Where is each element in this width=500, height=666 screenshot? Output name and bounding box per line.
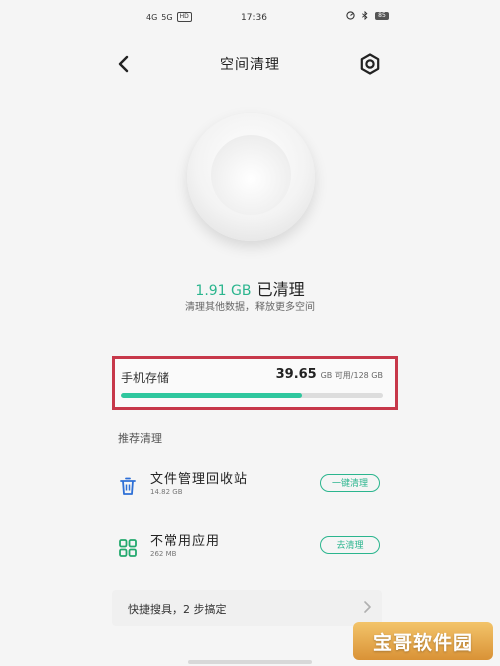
go-clean-button[interactable]: 去清理	[320, 536, 380, 554]
storage-progress-track	[121, 393, 383, 398]
status-right: 85	[346, 11, 389, 20]
quick-tools-label: 快捷搜具，2 步搞定	[128, 603, 227, 616]
space-cleanup-screen: 4G 5G HD 17:36 85 空间清理 1.91 GB 已清理 清理其他数…	[0, 0, 500, 666]
home-indicator[interactable]	[188, 660, 312, 664]
cleaned-label: 已清理	[256, 280, 305, 299]
recommend-item-name: 不常用应用	[150, 534, 221, 549]
quick-tools-row[interactable]: 快捷搜具，2 步搞定	[112, 590, 382, 626]
storage-total: /128 GB	[350, 371, 383, 380]
cleaned-summary: 1.91 GB 已清理	[0, 276, 500, 300]
cleaned-amount: 1.91 GB	[195, 283, 252, 299]
storage-label: 手机存储	[121, 371, 170, 385]
bowl-inner	[211, 135, 291, 215]
storage-available: 39.65	[275, 367, 317, 382]
signal-strength-2: 5G	[161, 12, 173, 22]
page-title: 空间清理	[220, 57, 280, 73]
cleaned-subtitle: 清理其他数据，释放更多空间	[185, 302, 315, 313]
battery-icon: 85	[375, 11, 389, 20]
recommend-item-size: 262 MB	[150, 550, 177, 558]
chevron-right-icon	[364, 601, 371, 613]
recommend-item-unused-apps[interactable]: 不常用应用 262 MB 去清理	[112, 526, 398, 570]
storage-available-unit: GB 可用	[320, 371, 351, 380]
gear-icon	[360, 53, 380, 75]
storage-progress-fill	[121, 393, 302, 398]
recommend-item-recycle-bin[interactable]: 文件管理回收站 14.82 GB 一键清理	[112, 464, 398, 508]
storage-value: 39.65 GB 可用/128 GB	[276, 367, 383, 382]
status-left: 4G 5G HD	[146, 12, 192, 22]
recommend-item-name: 文件管理回收站	[150, 472, 249, 487]
apps-grid-icon	[118, 538, 138, 558]
recommend-item-size: 14.82 GB	[150, 488, 183, 496]
cleanup-bowl-illustration	[187, 113, 315, 241]
watermark-logo: 宝哥软件园	[353, 622, 493, 660]
one-click-clean-button[interactable]: 一键清理	[320, 474, 380, 492]
header: 空间清理	[0, 48, 500, 78]
phone-storage-card[interactable]: 手机存储 39.65 GB 可用/128 GB	[112, 356, 398, 410]
volte-badge: HD	[176, 12, 192, 22]
watermark-text: 宝哥软件园	[372, 632, 473, 654]
bluetooth-icon	[362, 11, 368, 20]
status-bar: 4G 5G HD 17:36 85	[0, 10, 500, 26]
speedometer-icon	[346, 11, 355, 20]
status-time: 17:36	[241, 13, 267, 23]
recommend-section-title: 推荐清理	[118, 432, 162, 445]
trash-icon	[118, 476, 138, 496]
settings-button[interactable]	[358, 52, 382, 76]
signal-strength-1: 4G	[146, 12, 158, 22]
